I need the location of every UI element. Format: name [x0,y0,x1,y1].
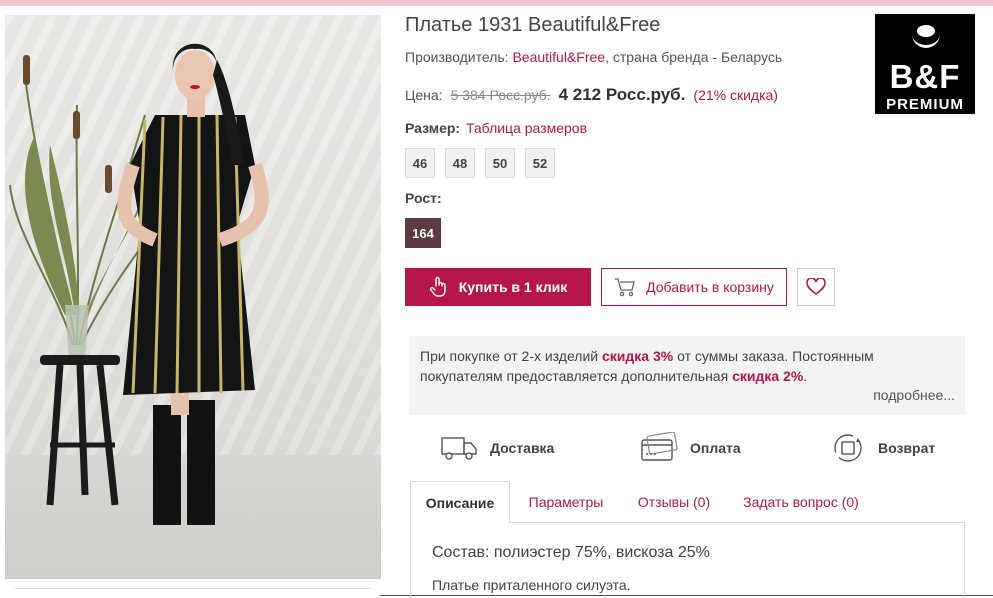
brand-logo-emblem [912,25,940,48]
size-chart-link[interactable]: Таблица размеров [466,120,587,136]
tab-reviews[interactable]: Отзывы (0) [628,481,720,523]
tab-description[interactable]: Описание [410,481,510,524]
photo-thumbnails[interactable] [15,588,371,598]
product-composition: Состав: полиэстер 75%, вискоза 25% [432,544,710,561]
product-description: Платье приталенного силуэта. [432,577,631,593]
hand-pointer-icon [429,276,446,297]
brand-logo-text: B&F [889,58,961,95]
promo-text-1: При покупке от 2-х изделий [420,348,602,364]
feature-payment[interactable]: Оплата [640,430,741,466]
product-photo[interactable] [5,15,381,579]
brand-country: , страна бренда - Беларусь [605,49,783,65]
heart-icon [806,278,826,295]
truck-icon [441,437,477,460]
tab-ask-question[interactable]: Задать вопрос (0) [736,481,866,523]
promo-more-link[interactable]: подробнее... [873,385,955,405]
return-icon [834,434,862,462]
size-option-52[interactable]: 52 [525,148,555,178]
top-accent-strip [0,0,993,6]
size-options: 46 48 50 52 [405,148,555,178]
service-features: Доставка Оплата Возврат [410,430,965,470]
current-price: 4 212 Росс.руб. [558,85,686,104]
discount-promo: При покупке от 2-х изделий скидка 3% от … [410,336,965,415]
price-label: Цена: [405,87,443,103]
manufacturer-prefix: Производитель: [405,49,509,65]
photo-scene [9,43,269,525]
feature-delivery[interactable]: Доставка [440,430,554,466]
promo-discount-2: скидка 2% [732,368,804,384]
product-tabs: Описание Параметры Отзывы (0) Задать воп… [410,481,965,524]
size-option-48[interactable]: 48 [445,148,475,178]
tab-parameters[interactable]: Параметры [518,481,614,523]
feature-payment-label: Оплата [690,440,741,456]
height-option-selected[interactable]: 164 [405,218,441,248]
discount-badge: (21% скидка) [693,87,778,103]
add-to-cart-button[interactable]: Добавить в корзину [601,268,787,306]
size-option-50[interactable]: 50 [485,148,515,178]
add-to-favorites-button[interactable] [797,268,835,306]
height-label: Рост: [405,190,442,206]
card-icon [641,432,678,461]
add-to-cart-label: Добавить в корзину [646,279,774,295]
size-label-text: Размер: [405,120,461,136]
manufacturer-link[interactable]: Beautiful&Free [512,49,605,65]
feature-return-label: Возврат [878,440,936,456]
promo-discount-3: скидка 3% [602,348,674,364]
old-price: 5 384 Росс.руб. [450,87,551,103]
price-row: Цена: 5 384 Росс.руб. 4 212 Росс.руб. (2… [405,85,778,105]
feature-return[interactable]: Возврат [830,430,935,466]
buy-one-click-label: Купить в 1 клик [458,279,568,295]
size-label: Размер: Таблица размеров [405,120,587,136]
manufacturer-line: Производитель: Beautiful&Free, страна бр… [405,49,782,65]
size-option-46[interactable]: 46 [405,148,435,178]
brand-logo[interactable]: B&F PREMIUM [875,14,975,114]
feature-delivery-label: Доставка [490,440,555,456]
promo-text-3: . [803,368,808,384]
brand-logo-subtitle: PREMIUM [886,96,964,113]
buy-one-click-button[interactable]: Купить в 1 клик [405,268,591,306]
product-title: Платье 1931 Beautiful&Free [405,14,661,36]
cart-icon [615,278,635,297]
